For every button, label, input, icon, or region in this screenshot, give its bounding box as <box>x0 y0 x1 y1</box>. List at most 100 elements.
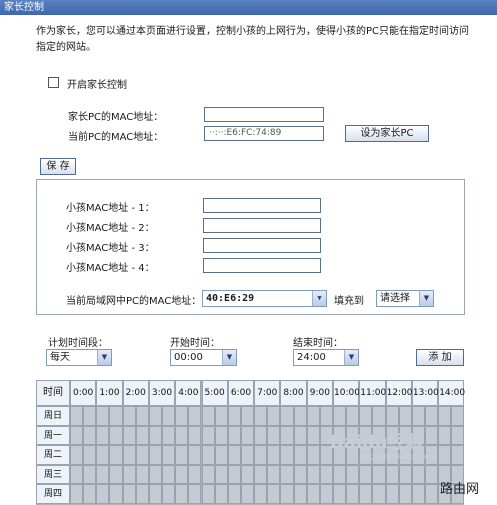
lan-mac-select[interactable]: 40:E6:29 ▼ <box>202 290 327 307</box>
enable-parental-control-checkbox[interactable] <box>48 77 59 88</box>
schedule-slot[interactable] <box>122 425 136 445</box>
schedule-slot[interactable] <box>148 445 163 465</box>
schedule-slot[interactable] <box>438 406 452 426</box>
schedule-slot[interactable] <box>240 484 255 504</box>
schedule-slot[interactable] <box>96 445 110 465</box>
schedule-slot[interactable] <box>135 484 149 504</box>
schedule-slot[interactable] <box>148 425 163 445</box>
child-mac-1-input[interactable] <box>203 198 321 213</box>
period-select[interactable]: 每天 ▼ <box>46 349 112 366</box>
schedule-slot[interactable] <box>83 406 97 426</box>
schedule-slot[interactable] <box>109 464 123 484</box>
child-mac-3-input[interactable] <box>203 238 321 253</box>
schedule-slot[interactable] <box>162 445 176 465</box>
schedule-slot[interactable] <box>96 425 110 445</box>
schedule-slot[interactable] <box>280 464 294 484</box>
schedule-slot[interactable] <box>201 406 215 426</box>
schedule-slot[interactable] <box>201 425 215 445</box>
schedule-slot[interactable] <box>293 425 307 445</box>
schedule-slot[interactable] <box>267 406 281 426</box>
schedule-slot[interactable] <box>240 425 255 445</box>
schedule-slot[interactable] <box>109 445 123 465</box>
schedule-slot[interactable] <box>254 484 268 504</box>
schedule-slot[interactable] <box>109 406 123 426</box>
schedule-slot[interactable] <box>162 425 176 445</box>
schedule-slot[interactable] <box>451 445 465 465</box>
schedule-slot[interactable] <box>254 445 268 465</box>
schedule-slot[interactable] <box>398 406 412 426</box>
schedule-slot[interactable] <box>83 445 97 465</box>
schedule-slot[interactable] <box>411 484 426 504</box>
schedule-slot[interactable] <box>122 464 136 484</box>
schedule-slot[interactable] <box>438 445 452 465</box>
schedule-slot[interactable] <box>83 484 97 504</box>
schedule-slot[interactable] <box>319 464 333 484</box>
schedule-slot[interactable] <box>201 464 215 484</box>
schedule-slot[interactable] <box>306 406 320 426</box>
schedule-slot[interactable] <box>293 464 307 484</box>
schedule-slot[interactable] <box>227 464 241 484</box>
schedule-slot[interactable] <box>451 425 465 445</box>
child-mac-2-input[interactable] <box>203 218 321 233</box>
schedule-slot[interactable] <box>359 406 373 426</box>
schedule-slot[interactable] <box>425 484 439 504</box>
schedule-slot[interactable] <box>306 464 320 484</box>
add-button[interactable]: 添 加 <box>416 349 464 366</box>
schedule-slot[interactable] <box>175 464 189 484</box>
schedule-slot[interactable] <box>280 445 294 465</box>
schedule-slot[interactable] <box>175 425 189 445</box>
schedule-slot[interactable] <box>70 464 84 484</box>
end-time-select[interactable]: 24:00 ▼ <box>293 349 359 366</box>
schedule-slot[interactable] <box>96 406 110 426</box>
schedule-slot[interactable] <box>148 484 163 504</box>
schedule-slot[interactable] <box>346 484 360 504</box>
schedule-slot[interactable] <box>70 406 84 426</box>
schedule-slot[interactable] <box>333 484 347 504</box>
schedule-slot[interactable] <box>214 425 228 445</box>
schedule-slot[interactable] <box>306 425 320 445</box>
schedule-slot[interactable] <box>70 425 84 445</box>
schedule-slot[interactable] <box>175 484 189 504</box>
schedule-slot[interactable] <box>385 464 399 484</box>
schedule-slot[interactable] <box>293 406 307 426</box>
schedule-slot[interactable] <box>175 406 189 426</box>
schedule-slot[interactable] <box>122 445 136 465</box>
schedule-slot[interactable] <box>162 464 176 484</box>
schedule-slot[interactable] <box>148 464 163 484</box>
schedule-slot[interactable] <box>293 484 307 504</box>
schedule-slot[interactable] <box>188 445 202 465</box>
schedule-slot[interactable] <box>359 484 373 504</box>
schedule-slot[interactable] <box>70 484 84 504</box>
save-button[interactable]: 保 存 <box>40 158 76 175</box>
schedule-slot[interactable] <box>96 484 110 504</box>
schedule-slot[interactable] <box>346 464 360 484</box>
schedule-slot[interactable] <box>280 406 294 426</box>
schedule-slot[interactable] <box>201 445 215 465</box>
schedule-slot[interactable] <box>359 464 373 484</box>
schedule-slot[interactable] <box>135 464 149 484</box>
schedule-slot[interactable] <box>240 406 255 426</box>
schedule-slot[interactable] <box>188 406 202 426</box>
schedule-slot[interactable] <box>122 406 136 426</box>
schedule-slot[interactable] <box>96 464 110 484</box>
fill-to-select[interactable]: 请选择 ▼ <box>376 290 434 307</box>
schedule-slot[interactable] <box>398 464 412 484</box>
schedule-slot[interactable] <box>201 484 215 504</box>
schedule-slot[interactable] <box>372 484 386 504</box>
schedule-slot[interactable] <box>162 484 176 504</box>
schedule-slot[interactable] <box>214 484 228 504</box>
schedule-slot[interactable] <box>83 464 97 484</box>
schedule-slot[interactable] <box>372 464 386 484</box>
schedule-slot[interactable] <box>227 484 241 504</box>
schedule-slot[interactable] <box>70 445 84 465</box>
schedule-slot[interactable] <box>188 484 202 504</box>
schedule-slot[interactable] <box>411 464 426 484</box>
schedule-slot[interactable] <box>135 445 149 465</box>
schedule-slot[interactable] <box>425 464 439 484</box>
schedule-slot[interactable] <box>425 425 439 445</box>
start-time-select[interactable]: 00:00 ▼ <box>170 349 237 366</box>
schedule-slot[interactable] <box>280 425 294 445</box>
schedule-slot[interactable] <box>254 425 268 445</box>
schedule-slot[interactable] <box>162 406 176 426</box>
schedule-slot[interactable] <box>346 406 360 426</box>
